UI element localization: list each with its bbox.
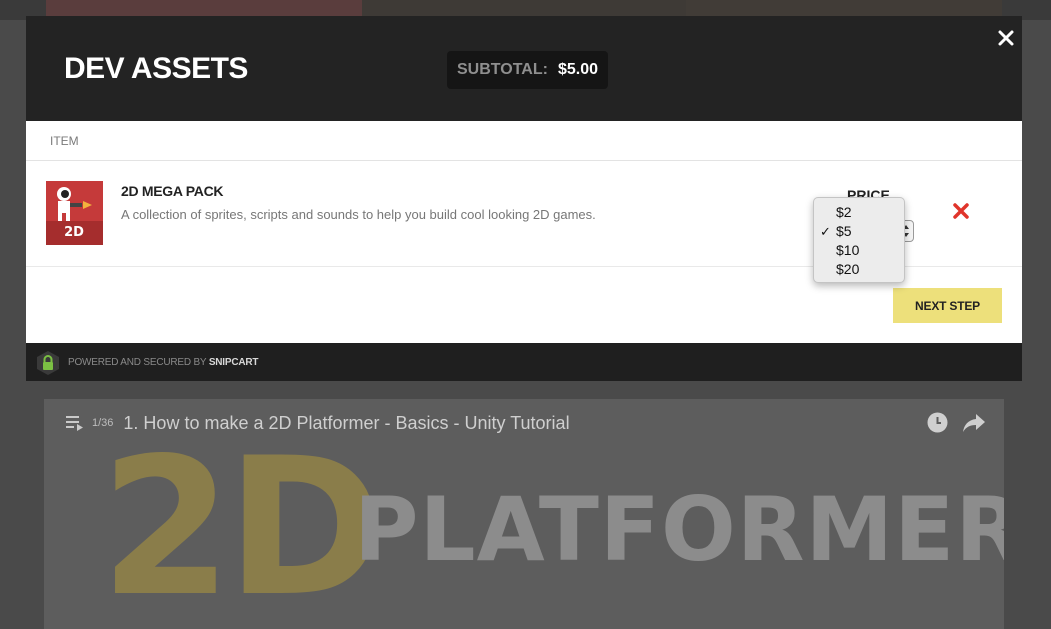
subtotal-value: $5.00 [557, 61, 598, 78]
close-icon[interactable] [996, 28, 1016, 48]
next-step-button[interactable]: NEXT STEP [893, 288, 1002, 323]
price-option-label: $20 [836, 261, 860, 277]
price-option[interactable]: $10 [814, 241, 904, 260]
item-name: 2D MEGA PACK [121, 183, 224, 199]
remove-icon[interactable] [952, 202, 970, 220]
price-option-label: $2 [836, 204, 852, 220]
item-thumbnail: 2D [46, 181, 103, 245]
check-icon: ✓ [820, 224, 831, 239]
price-option-label: $10 [836, 242, 860, 258]
thumbnail-art: 2D [46, 181, 103, 245]
footer-powered-text: POWERED AND SECURED BY [68, 357, 209, 368]
footer-brand[interactable]: SNIPCART [209, 357, 259, 368]
background-video-player: 1/36 1. How to make a 2D Platformer - Ba… [44, 399, 1004, 629]
price-option[interactable]: $2 [814, 203, 904, 222]
playlist-icon[interactable] [66, 415, 84, 431]
price-dropdown-menu: $2 ✓ $5 $10 $20 [813, 197, 905, 283]
item-description: A collection of sprites, scripts and sou… [121, 207, 596, 222]
column-item-label: ITEM [50, 134, 79, 148]
modal-title: DEV ASSETS [64, 52, 248, 85]
video-art-2d: 2D [100, 417, 384, 629]
price-option[interactable]: $20 [814, 260, 904, 279]
video-art-platformer: PLATFORMER [354, 478, 1004, 581]
share-icon[interactable] [962, 413, 986, 433]
footer-text: POWERED AND SECURED BY SNIPCART [68, 357, 259, 368]
subtotal-badge: SUBTOTAL: $5.00 [447, 51, 608, 89]
price-option-selected[interactable]: ✓ $5 [814, 222, 904, 241]
column-header: ITEM [26, 121, 1022, 161]
subtotal-label: SUBTOTAL: [457, 61, 548, 78]
price-option-label: $5 [836, 223, 852, 239]
modal-header: DEV ASSETS SUBTOTAL: $5.00 [26, 16, 1022, 121]
clock-icon[interactable] [927, 412, 948, 433]
lock-icon [37, 351, 59, 375]
thumbnail-text: 2D [64, 225, 84, 240]
modal-footer: POWERED AND SECURED BY SNIPCART [26, 343, 1022, 381]
